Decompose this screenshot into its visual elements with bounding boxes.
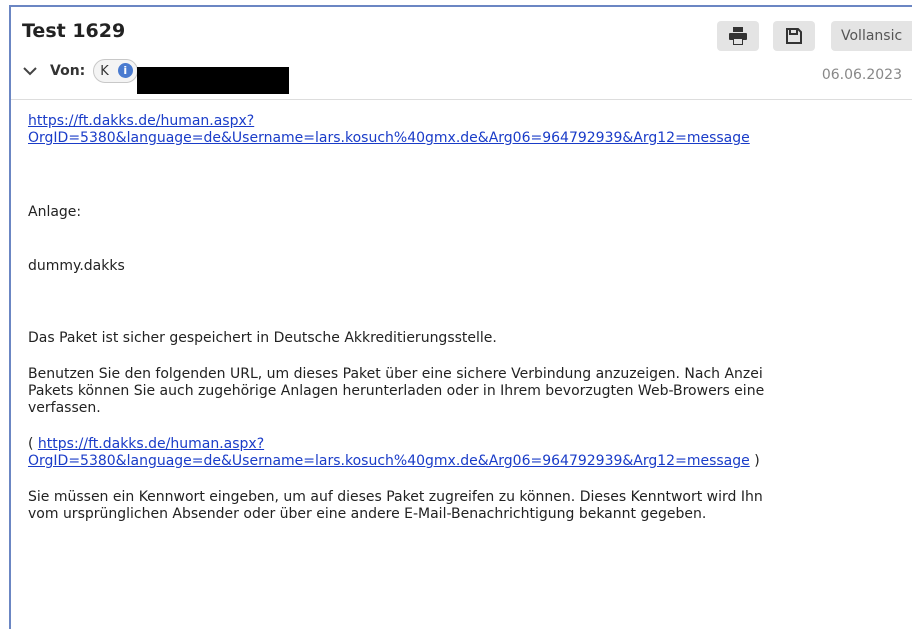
instructions-line-3: verfassen. — [28, 400, 101, 416]
link-1-line-1: https://ft.dakks.de/human.aspx? — [28, 113, 255, 129]
link-2-line-1: https://ft.dakks.de/human.aspx? — [37, 436, 265, 452]
email-body: https://ft.dakks.de/human.aspx? OrgID=538… — [28, 113, 912, 523]
paren-open: ( — [28, 436, 38, 452]
sender-chip[interactable]: K i — [93, 59, 138, 83]
sender-row: Von: K i — [22, 59, 138, 83]
link-2[interactable]: https://ft.dakks.de/human.aspx? OrgID=538… — [28, 436, 750, 469]
saved-notice: Das Paket ist sicher gespeichert in Deut… — [28, 330, 497, 346]
instructions: Benutzen Sie den folgenden URL, um diese… — [28, 366, 912, 417]
full-view-button[interactable]: Vollansic — [831, 21, 912, 51]
link-1[interactable]: https://ft.dakks.de/human.aspx? OrgID=538… — [28, 113, 750, 146]
print-button[interactable] — [717, 21, 759, 51]
link-2-line-2: OrgID=5380&language=de&Username=lars.kos… — [28, 453, 750, 469]
email-reading-pane: Test 1629 Vollansic Von: K i 06.06.2023 … — [9, 5, 912, 629]
from-label: Von: — [50, 63, 86, 79]
paren-close: ) — [749, 453, 760, 469]
password-notice: Sie müssen ein Kennwort eingeben, um auf… — [28, 489, 912, 523]
instructions-line-1: Benutzen Sie den folgenden URL, um diese… — [28, 366, 763, 382]
password-line-1: Sie müssen ein Kennwort eingeben, um auf… — [28, 489, 763, 505]
email-date: 06.06.2023 — [821, 67, 902, 83]
redaction-bar — [137, 67, 289, 94]
info-icon[interactable]: i — [117, 63, 133, 78]
floppy-disk-icon — [786, 28, 802, 44]
link-1-line-2: OrgID=5380&language=de&Username=lars.kos… — [28, 130, 750, 146]
header-divider — [11, 99, 912, 100]
attachment-file: dummy.dakks — [28, 258, 125, 274]
chevron-down-icon[interactable] — [22, 63, 38, 79]
save-button[interactable] — [773, 21, 815, 51]
link-2-paragraph: ( https://ft.dakks.de/human.aspx? OrgID=5… — [28, 436, 912, 470]
printer-icon — [729, 27, 747, 45]
instructions-line-2: Pakets können Sie auch zugehörige Anlage… — [28, 383, 765, 399]
email-subject: Test 1629 — [22, 20, 126, 42]
password-line-2: vom ursprünglichen Absender oder über ei… — [28, 506, 707, 522]
attachment-label: Anlage: — [28, 204, 82, 220]
